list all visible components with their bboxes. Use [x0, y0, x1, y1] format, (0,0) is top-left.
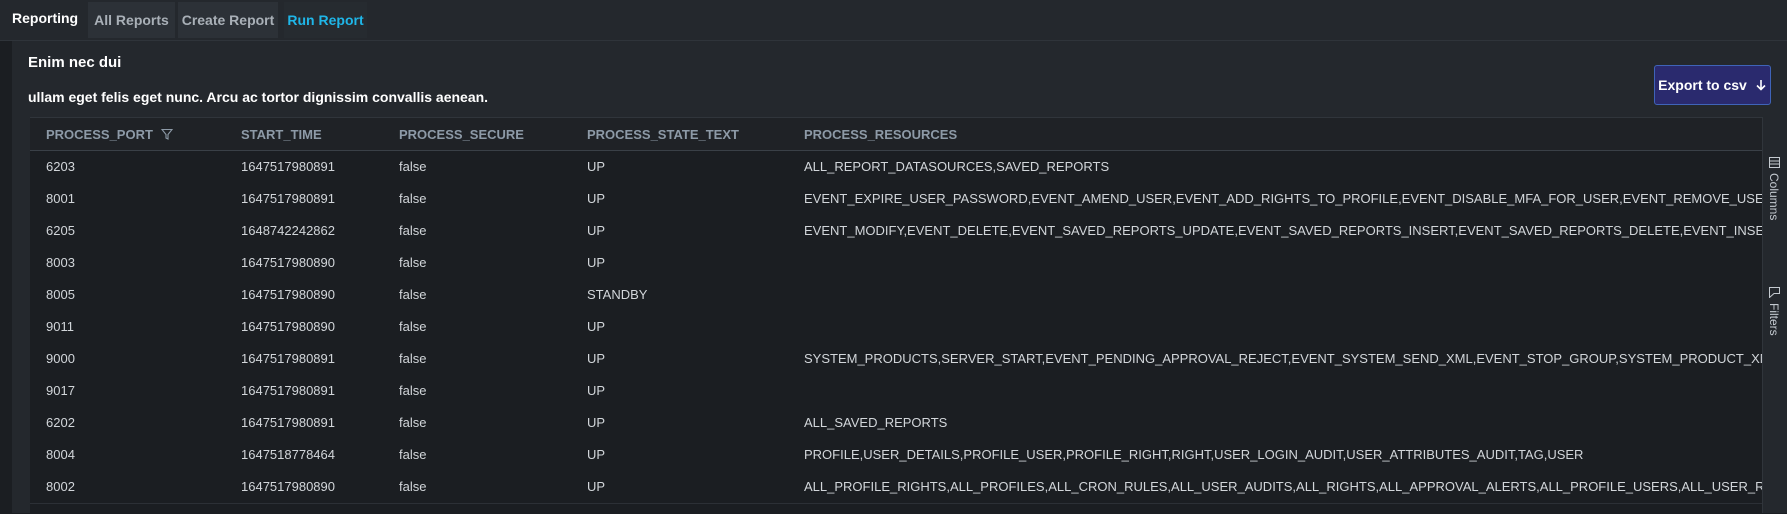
cell-process-secure: false	[399, 383, 427, 398]
table-row[interactable]: 6205 1648742242862 false UP EVENT_MODIFY…	[30, 215, 1762, 248]
cell-process-resources: ALL_REPORT_DATASOURCES,SAVED_REPORTS	[804, 159, 1110, 174]
cell-process-secure: false	[399, 447, 427, 462]
report-table: PROCESS_PORT START_TIME PROCESS_SECURE P…	[30, 117, 1762, 514]
cell-process-port: 6203	[46, 159, 75, 174]
cell-process-port: 6205	[46, 223, 75, 238]
cell-process-state-text: UP	[587, 191, 606, 206]
table-row[interactable]: 9000 1647517980891 false UP SYSTEM_PRODU…	[30, 343, 1762, 376]
cell-process-port: 8005	[46, 287, 75, 302]
top-navigation: Reporting All Reports Create Report Run …	[0, 0, 1787, 41]
cell-process-secure: false	[399, 159, 427, 174]
report-title: Enim nec dui	[28, 54, 122, 71]
table-row[interactable]: 9017 1647517980891 false UP	[30, 375, 1762, 408]
column-header-process-port[interactable]: PROCESS_PORT	[46, 118, 226, 150]
cell-process-secure: false	[399, 351, 427, 366]
export-csv-button[interactable]: Export to csv	[1654, 65, 1771, 105]
tab-all-reports[interactable]: All Reports	[88, 2, 175, 38]
columns-icon	[1768, 157, 1780, 168]
side-tool-panel: Columns Filters	[1762, 117, 1787, 513]
cell-start-time: 1647517980890	[241, 479, 335, 494]
filters-label: Filters	[1767, 303, 1781, 336]
cell-process-port: 8002	[46, 479, 75, 494]
table-header: PROCESS_PORT START_TIME PROCESS_SECURE P…	[30, 118, 1762, 151]
cell-start-time: 1647517980891	[241, 351, 335, 366]
cell-process-state-text: UP	[587, 223, 606, 238]
column-header-process-state-text[interactable]: PROCESS_STATE_TEXT	[587, 118, 787, 150]
cell-process-state-text: UP	[587, 159, 606, 174]
tab-run-report[interactable]: Run Report	[284, 2, 367, 38]
cell-process-resources	[804, 247, 1762, 279]
cell-start-time: 1647517980890	[241, 255, 335, 270]
filter-icon	[1768, 287, 1780, 298]
table-row[interactable]: 8005 1647517980890 false STANDBY	[30, 279, 1762, 312]
cell-process-resources: EVENT_MODIFY,EVENT_DELETE,EVENT_SAVED_RE…	[804, 223, 1762, 238]
export-csv-label: Export to csv	[1658, 77, 1747, 93]
cell-start-time: 1647517980891	[241, 159, 335, 174]
table-row[interactable]: 9011 1647517980890 false UP	[30, 311, 1762, 344]
cell-process-port: 9017	[46, 383, 75, 398]
arrow-down-icon	[1756, 80, 1766, 91]
cell-start-time: 1647518778464	[241, 447, 335, 462]
cell-process-state-text: UP	[587, 319, 606, 334]
cell-start-time: 1648742242862	[241, 223, 335, 238]
report-description: ullam eget felis eget nunc. Arcu ac tort…	[28, 89, 489, 105]
cell-process-port: 8001	[46, 191, 75, 206]
cell-process-port: 8004	[46, 447, 75, 462]
cell-process-secure: false	[399, 287, 427, 302]
filters-panel-toggle[interactable]: Filters	[1767, 287, 1781, 336]
cell-process-resources: ALL_PROFILE_RIGHTS,ALL_PROFILES,ALL_CRON…	[804, 479, 1762, 494]
cell-process-resources: SYSTEM_PRODUCTS,SERVER_START,EVENT_PENDI…	[804, 351, 1762, 366]
table-row[interactable]: 8003 1647517980890 false UP	[30, 247, 1762, 280]
table-row[interactable]: 6202 1647517980891 false UP ALL_SAVED_RE…	[30, 407, 1762, 440]
cell-start-time: 1647517980890	[241, 287, 335, 302]
columns-label: Columns	[1767, 173, 1781, 221]
table-row[interactable]: 8001 1647517980891 false UP EVENT_EXPIRE…	[30, 183, 1762, 216]
report-panel: Enim nec dui ullam eget felis eget nunc.…	[12, 41, 1787, 514]
cell-process-port: 6202	[46, 415, 75, 430]
table-row[interactable]: 8004 1647518778464 false UP PROFILE,USER…	[30, 439, 1762, 472]
cell-process-resources: EVENT_EXPIRE_USER_PASSWORD,EVENT_AMEND_U…	[804, 191, 1762, 206]
cell-start-time: 1647517980891	[241, 415, 335, 430]
cell-process-port: 9011	[46, 319, 74, 334]
cell-start-time: 1647517980891	[241, 383, 335, 398]
cell-process-port: 9000	[46, 351, 75, 366]
cell-process-state-text: UP	[587, 351, 606, 366]
cell-process-resources	[804, 375, 1762, 407]
cell-process-secure: false	[399, 479, 427, 494]
cell-process-state-text: UP	[587, 255, 606, 270]
app-title: Reporting	[12, 10, 79, 26]
table-row[interactable]: 6203 1647517980891 false UP ALL_REPORT_D…	[30, 151, 1762, 184]
cell-process-secure: false	[399, 319, 427, 334]
tab-create-report[interactable]: Create Report	[178, 2, 278, 38]
cell-process-secure: false	[399, 255, 427, 270]
cell-process-port: 8003	[46, 255, 75, 270]
cell-process-state-text: UP	[587, 479, 606, 494]
cell-process-resources: PROFILE,USER_DETAILS,PROFILE_USER,PROFIL…	[804, 447, 1584, 462]
cell-process-state-text: UP	[587, 383, 606, 398]
column-header-process-resources[interactable]: PROCESS_RESOURCES	[804, 118, 1762, 150]
cell-process-state-text: UP	[587, 415, 606, 430]
cell-start-time: 1647517980890	[241, 319, 335, 334]
cell-process-resources	[804, 311, 1762, 343]
cell-process-resources	[804, 279, 1762, 311]
cell-process-resources: ALL_SAVED_REPORTS	[804, 415, 948, 430]
cell-process-secure: false	[399, 191, 427, 206]
cell-process-secure: false	[399, 415, 427, 430]
cell-process-state-text: UP	[587, 447, 606, 462]
cell-process-secure: false	[399, 223, 427, 238]
column-header-process-secure[interactable]: PROCESS_SECURE	[399, 118, 559, 150]
column-header-label: PROCESS_PORT	[46, 126, 153, 142]
columns-panel-toggle[interactable]: Columns	[1767, 157, 1781, 220]
filter-icon[interactable]	[160, 128, 173, 140]
cell-start-time: 1647517980891	[241, 191, 335, 206]
table-row[interactable]: 8002 1647517980890 false UP ALL_PROFILE_…	[30, 471, 1762, 504]
cell-process-state-text: STANDBY	[587, 287, 648, 302]
column-header-start-time[interactable]: START_TIME	[241, 118, 371, 150]
